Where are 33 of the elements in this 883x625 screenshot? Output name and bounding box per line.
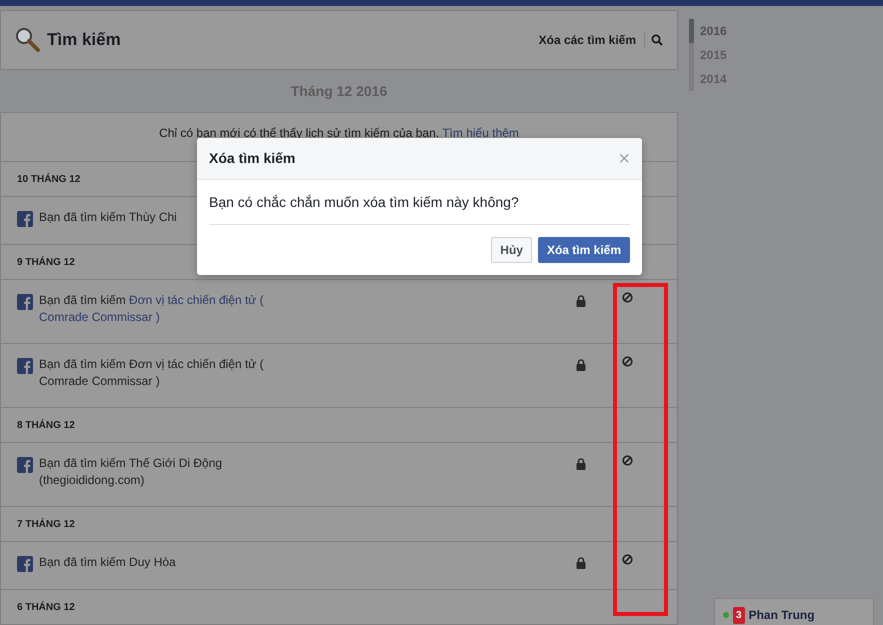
lock-icon xyxy=(576,554,586,571)
dialog-message: Bạn có chắc chắn muốn xóa tìm kiếm này không? xyxy=(209,180,630,225)
delete-icon[interactable] xyxy=(622,554,632,565)
cancel-button[interactable]: Hủy xyxy=(491,237,532,263)
clear-searches-link[interactable]: Xóa các tìm kiếm xyxy=(538,31,645,49)
magnifier-icon xyxy=(15,27,41,53)
delete-icon[interactable] xyxy=(622,455,632,466)
facebook-icon xyxy=(17,555,33,572)
facebook-icon xyxy=(17,456,33,473)
lock-icon xyxy=(576,455,586,472)
date-heading: 7 THÁNG 12 xyxy=(1,507,677,542)
search-entry-text: Bạn đã tìm kiếm Đơn vị tác chiến điện tử ( Comrade Commissar ) xyxy=(39,292,265,326)
lock-icon xyxy=(576,356,586,373)
chat-contact-name: Phan Trung xyxy=(748,607,815,624)
learn-more-link[interactable]: Tìm hiểu thêm xyxy=(442,126,519,140)
date-heading: 6 THÁNG 12 xyxy=(1,590,677,625)
facebook-icon xyxy=(17,210,33,227)
lock-icon xyxy=(576,292,586,309)
facebook-icon xyxy=(17,293,33,310)
search-entry-text: Bạn đã tìm kiếm Đơn vị tác chiến điện tử ( Comrade Commissar ) xyxy=(39,356,265,390)
search-button[interactable] xyxy=(651,34,663,46)
unread-count-badge: 3 xyxy=(733,606,745,624)
chat-tab[interactable]: 3 Phan Trung xyxy=(714,598,874,625)
year-tab[interactable]: 2016 xyxy=(689,19,883,43)
delete-icon[interactable] xyxy=(622,356,632,367)
page-title: Tìm kiếm xyxy=(47,29,121,52)
search-entry-text: Bạn đã tìm kiếm Thùy Chi xyxy=(39,209,178,226)
search-entry-text: Bạn đã tìm kiếm Duy Hòa xyxy=(39,554,177,571)
date-heading: 8 THÁNG 12 xyxy=(1,408,677,443)
search-entry-text: Bạn đã tìm kiếm Thế Giới Di Động (thegioididong.com) xyxy=(39,455,224,489)
delete-icon[interactable] xyxy=(622,292,632,303)
confirm-delete-button[interactable]: Xóa tìm kiếm xyxy=(538,237,630,263)
facebook-icon xyxy=(17,357,33,374)
